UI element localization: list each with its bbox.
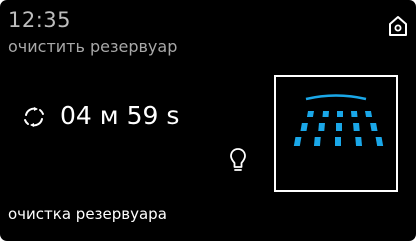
shower-spray-icon bbox=[293, 94, 384, 146]
light-bulb-icon[interactable] bbox=[229, 147, 247, 173]
appliance-screen: 12:35 очистить резервуар 04 м 59 s очист… bbox=[0, 0, 416, 241]
remaining-time: 04 м 59 s bbox=[60, 101, 180, 130]
cycle-timer-icon bbox=[24, 107, 44, 127]
home-icon[interactable] bbox=[388, 15, 408, 37]
clock-time: 12:35 bbox=[8, 8, 72, 32]
status-text: очистка резервуара bbox=[8, 205, 167, 223]
shower-spray-panel[interactable] bbox=[274, 75, 398, 192]
program-title: очистить резервуар bbox=[8, 37, 178, 56]
